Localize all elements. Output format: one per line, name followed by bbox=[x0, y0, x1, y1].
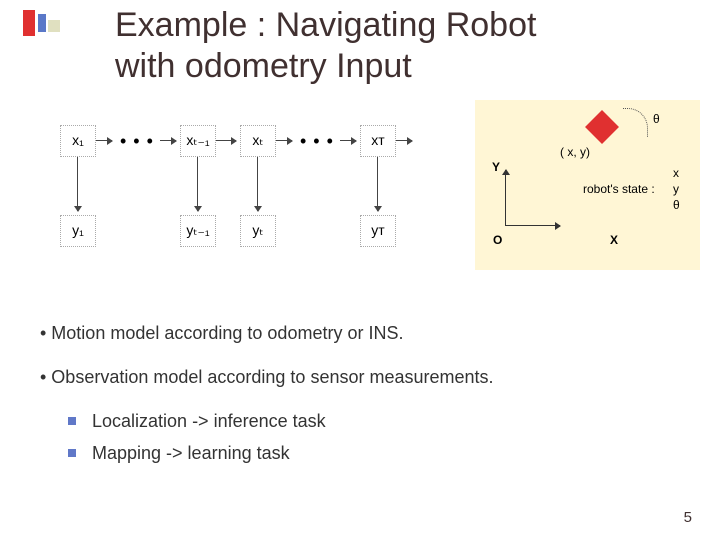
sub-bullets: Localization -> inference task Mapping -… bbox=[68, 408, 680, 466]
title-line-1: Example : Navigating Robot bbox=[115, 5, 536, 46]
axis-x-label: X bbox=[610, 233, 618, 247]
xy-label: ( x, y) bbox=[560, 145, 590, 159]
axis-x bbox=[505, 225, 560, 226]
bullet-observation: • Observation model according to sensor … bbox=[40, 364, 680, 390]
arrow-xT-yT bbox=[377, 157, 378, 211]
body-text: • Motion model according to odometry or … bbox=[40, 320, 680, 472]
sub-bullet-localization-text: Localization -> inference task bbox=[92, 408, 326, 434]
title-line-2: with odometry Input bbox=[115, 46, 536, 87]
arrow-x1-y1 bbox=[77, 157, 78, 211]
node-ytm1: yₜ₋₁ bbox=[180, 215, 216, 247]
accent-bar-red bbox=[23, 10, 35, 36]
state-vec-theta: θ bbox=[673, 198, 680, 212]
state-label: robot's state : bbox=[583, 182, 655, 196]
arrow-x1-dots bbox=[96, 140, 112, 141]
origin-label: O bbox=[493, 233, 502, 247]
arrow-xT-out bbox=[396, 140, 412, 141]
arrow-xt-yt bbox=[257, 157, 258, 211]
coordinate-inset: θ ( x, y) Y X O robot's state : x y θ bbox=[475, 100, 700, 270]
node-xT: xᴛ bbox=[360, 125, 396, 157]
arrow-dots-xtm1 bbox=[160, 140, 176, 141]
axis-y-label: Y bbox=[492, 160, 500, 174]
accent-bar-tan bbox=[48, 20, 60, 32]
sub-bullet-mapping: Mapping -> learning task bbox=[68, 440, 680, 466]
dots-2: • • • bbox=[300, 131, 334, 152]
theta-label: θ bbox=[653, 112, 660, 126]
arrow-xt-dots bbox=[276, 140, 292, 141]
bullet-motion: • Motion model according to odometry or … bbox=[40, 320, 680, 346]
node-x1: x₁ bbox=[60, 125, 96, 157]
node-y1: y₁ bbox=[60, 215, 96, 247]
slide-title: Example : Navigating Robot with odometry… bbox=[115, 5, 536, 88]
accent-bar-blue bbox=[38, 14, 46, 32]
axis-y bbox=[505, 170, 506, 225]
square-bullet-icon bbox=[68, 417, 76, 425]
corner-accent bbox=[10, 10, 65, 40]
arrow-xtm1-ytm1 bbox=[197, 157, 198, 211]
slide: Example : Navigating Robot with odometry… bbox=[0, 0, 720, 540]
node-yt: yₜ bbox=[240, 215, 276, 247]
sub-bullet-mapping-text: Mapping -> learning task bbox=[92, 440, 290, 466]
arrow-dots-xT bbox=[340, 140, 356, 141]
theta-arc bbox=[623, 108, 648, 137]
node-yT: yᴛ bbox=[360, 215, 396, 247]
dots-1: • • • bbox=[120, 131, 154, 152]
arrow-xtm1-xt bbox=[216, 140, 236, 141]
node-xt: xₜ bbox=[240, 125, 276, 157]
page-number: 5 bbox=[684, 509, 692, 526]
state-vec-x: x bbox=[673, 166, 679, 180]
sub-bullet-localization: Localization -> inference task bbox=[68, 408, 680, 434]
node-xtm1: xₜ₋₁ bbox=[180, 125, 216, 157]
robot-icon bbox=[585, 110, 619, 144]
square-bullet-icon bbox=[68, 449, 76, 457]
hmm-diagram: x₁ xₜ₋₁ xₜ xᴛ y₁ yₜ₋₁ yₜ yᴛ • • • • • • bbox=[60, 125, 450, 275]
state-vec-y: y bbox=[673, 182, 679, 196]
